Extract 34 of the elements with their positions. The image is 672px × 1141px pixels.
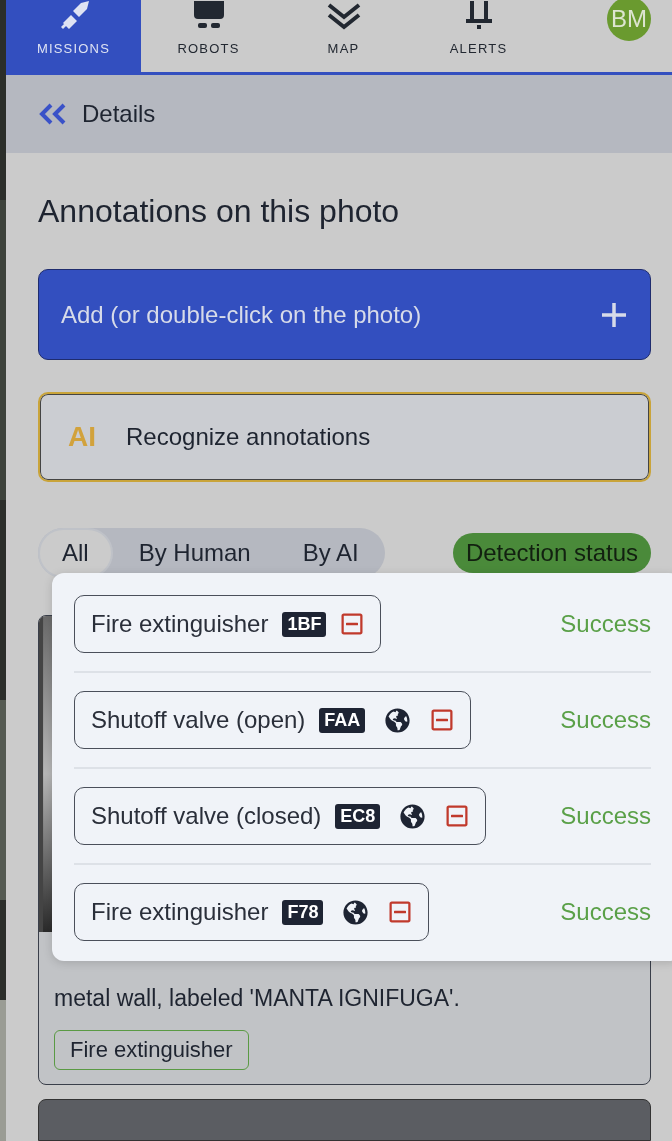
annotation-code: 1BF (282, 611, 327, 637)
layers-icon (326, 1, 361, 32)
plus-icon (600, 300, 628, 329)
annotation-chip[interactable]: Shutoff valve (closed) EC8 (74, 787, 487, 845)
annotation-tag: Fire extinguisher (54, 1030, 249, 1070)
globe-icon (343, 899, 369, 925)
annotation-code: F78 (282, 899, 324, 925)
detection-status-button[interactable]: Detection status (452, 533, 651, 573)
remove-icon[interactable] (445, 804, 470, 828)
nav-tab[interactable]: ALERTS (411, 0, 546, 73)
remove-icon[interactable] (430, 708, 455, 732)
annotation-chip[interactable]: Shutoff valve (open) FAA (74, 691, 472, 749)
page-title: Annotations on this photo (38, 192, 401, 231)
recognize-button[interactable]: AI Recognize annotations (38, 392, 651, 482)
detection-status: Success (560, 610, 651, 638)
detection-status: Success (560, 802, 651, 830)
remove-icon[interactable] (340, 612, 365, 636)
filter-option[interactable]: All (38, 528, 113, 578)
nav-tab[interactable]: MAP (276, 0, 411, 73)
nav-tab[interactable]: ROBOTS (141, 0, 276, 73)
remove-icon[interactable] (388, 900, 413, 924)
detection-status: Success (560, 898, 651, 926)
back-icon[interactable] (38, 103, 68, 126)
globe-icon (400, 803, 426, 829)
annotation-description: metal wall, labeled 'MANTA IGNIFUGA'. (54, 984, 461, 1013)
add-annotation-button[interactable]: Add (or double-click on the photo) (38, 269, 651, 360)
nav-tab[interactable]: MISSIONS (6, 0, 141, 73)
header-title: Details (82, 100, 156, 129)
annotation-code: FAA (319, 707, 366, 733)
annotation-chip[interactable]: Fire extinguisher F78 (74, 883, 430, 941)
detection-status: Success (560, 706, 651, 734)
annotation-code: EC8 (335, 803, 381, 829)
annotation-chip[interactable]: Fire extinguisher 1BF (74, 595, 382, 653)
globe-icon (385, 707, 411, 733)
